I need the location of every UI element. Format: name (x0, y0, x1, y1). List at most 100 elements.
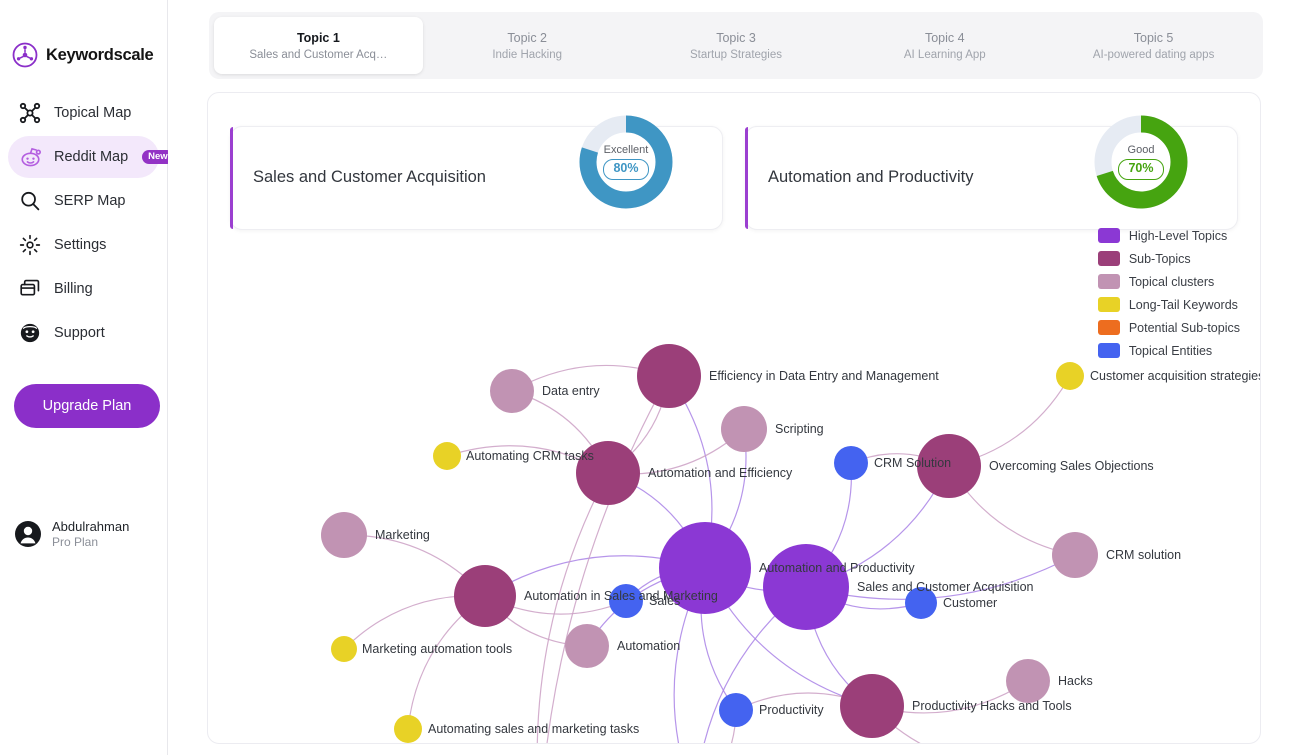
graph-node[interactable] (1006, 659, 1050, 703)
score-cards: Sales and Customer Acquisition Excellent… (208, 93, 1260, 230)
graph-node[interactable] (1052, 532, 1098, 578)
graph-node-label: CRM solution (1106, 548, 1182, 562)
gear-icon (18, 233, 42, 257)
graph-node-label: Productivity (759, 703, 824, 717)
sidebar-item-label: Reddit Map (54, 149, 129, 165)
graph-node-label: Scripting (775, 422, 824, 436)
sidebar-item-label: Settings (54, 237, 107, 253)
legend-item-topical-entities: Topical Entities (1097, 339, 1240, 362)
graph-node-label: Productivity Hacks and Tools (912, 699, 1072, 713)
tab-subtitle: Startup Strategies (689, 48, 783, 61)
tab-title: Topic 5 (1133, 30, 1174, 45)
topical-map-icon (18, 101, 42, 125)
graph-node[interactable] (719, 693, 753, 727)
graph-node[interactable] (321, 512, 367, 558)
score-donut-automation: Good 70% (1089, 110, 1193, 214)
sidebar-item-reddit-map[interactable]: Reddit Map New (8, 136, 174, 178)
score-card-title: Automation and Productivity (768, 168, 974, 187)
sidebar-item-settings[interactable]: Settings (8, 224, 159, 266)
donut-rating: Good (1127, 144, 1155, 157)
tab-topic-5[interactable]: Topic 5 AI-powered dating apps (1049, 17, 1258, 74)
graph-node-label: Automation in Sales and Marketing (524, 589, 718, 603)
tab-topic-3[interactable]: Topic 3 Startup Strategies (632, 17, 841, 74)
graph-node[interactable] (433, 442, 461, 470)
donut-center: Good 70% (1089, 110, 1193, 214)
graph-node[interactable] (637, 344, 701, 408)
upgrade-plan-button[interactable]: Upgrade Plan (14, 384, 160, 428)
graph-node-label: Customer (943, 596, 998, 610)
graph-node[interactable] (454, 565, 516, 627)
legend-swatch (1097, 251, 1120, 266)
sidebar-item-billing[interactable]: Billing (8, 268, 159, 310)
legend-label: Sub-Topics (1128, 251, 1191, 266)
graph-node-label: CRM Solution (874, 456, 952, 470)
legend-swatch (1097, 320, 1120, 335)
legend-item-sub-topics: Sub-Topics (1097, 247, 1240, 270)
user-name: Abdulrahman (52, 518, 130, 534)
sidebar-item-label: Billing (54, 281, 93, 297)
graph-edge (536, 472, 609, 743)
graph-node-label: Automation and Efficiency (648, 466, 793, 480)
legend-swatch (1097, 274, 1120, 289)
legend-label: Potential Sub-topics (1128, 320, 1240, 335)
score-card-sales[interactable]: Sales and Customer Acquisition Excellent… (230, 115, 723, 230)
tab-topic-1[interactable]: Topic 1 Sales and Customer Acq… (214, 17, 423, 74)
tab-title: Topic 3 (716, 30, 756, 45)
user-text: Abdulrahman Pro Plan (52, 519, 129, 550)
sidebar-item-label: Topical Map (54, 105, 132, 121)
tab-title: Topic 1 (296, 30, 340, 45)
billing-card-icon (18, 277, 42, 301)
legend-item-topical-clusters: Topical clusters (1097, 270, 1240, 293)
donut-percent: 70% (1118, 159, 1164, 180)
score-card-title: Sales and Customer Acquisition (253, 168, 486, 187)
legend-label: Long-Tail Keywords (1128, 297, 1238, 312)
graph-node[interactable] (490, 369, 534, 413)
graph-node-label: Automation and Productivity (759, 561, 915, 575)
topic-tabs: Topic 1 Sales and Customer Acq… Topic 2 … (209, 12, 1263, 79)
tab-subtitle: Sales and Customer Acq… (249, 48, 388, 61)
graph-node[interactable] (565, 624, 609, 668)
tab-subtitle: AI-powered dating apps (1092, 48, 1215, 61)
donut-rating: Excellent (603, 144, 649, 157)
sidebar-item-support[interactable]: Support (8, 312, 159, 354)
graph-node-label: Automating sales and marketing tasks (428, 722, 640, 736)
legend-swatch (1097, 343, 1120, 358)
brand[interactable]: Keywordscale (0, 0, 167, 68)
score-card-automation[interactable]: Automation and Productivity Good 70% (745, 115, 1238, 230)
graph-node[interactable] (394, 715, 422, 743)
sidebar-item-serp-map[interactable]: SERP Map (8, 180, 159, 222)
legend-item-potential-sub-topics: Potential Sub-topics (1097, 316, 1240, 339)
sidebar-item-label: SERP Map (54, 193, 126, 209)
support-person-icon (18, 321, 42, 345)
graph-node[interactable] (840, 674, 904, 738)
graph-node-label: Customer acquisition strategies (1090, 369, 1261, 383)
graph-node-label: Marketing automation tools (362, 642, 513, 656)
legend-label: Topical Entities (1128, 343, 1213, 358)
graph-node-label: Marketing (375, 528, 430, 542)
sidebar-item-topical-map[interactable]: Topical Map (8, 92, 159, 134)
legend-label: Topical clusters (1128, 274, 1215, 289)
legend-item-long-tail-keywords: Long-Tail Keywords (1097, 293, 1240, 316)
topic-panel: Sales and Customer Acquisition Excellent… (207, 92, 1261, 744)
upgrade-plan-container: Upgrade Plan (0, 368, 167, 428)
keywordscale-logo-icon (12, 42, 38, 68)
graph-node[interactable] (1056, 362, 1084, 390)
graph-node-label: Overcoming Sales Objections (989, 459, 1154, 473)
brand-name: Keywordscale (46, 45, 154, 64)
sidebar-nav: Topical Map Reddit Map New SERP Map Sett… (0, 92, 174, 354)
graph-node-label: Automation (617, 639, 681, 653)
graph-legend: High-Level Topics Sub-Topics Topical clu… (1097, 224, 1240, 362)
graph-node[interactable] (763, 544, 849, 630)
user-profile[interactable]: Abdulrahman Pro Plan (14, 519, 129, 550)
graph-node[interactable] (834, 446, 868, 480)
tab-subtitle: Indie Hacking (492, 48, 563, 61)
tab-topic-2[interactable]: Topic 2 Indie Hacking (423, 17, 632, 74)
graph-node[interactable] (331, 636, 357, 662)
user-plan: Pro Plan (52, 535, 99, 549)
graph-node-label: Data entry (542, 384, 600, 398)
tab-topic-4[interactable]: Topic 4 AI Learning App (840, 17, 1049, 74)
legend-swatch (1097, 297, 1120, 312)
avatar-icon (14, 520, 42, 548)
app-root: Keywordscale Topical Map Reddit Map New … (0, 0, 1299, 755)
graph-node[interactable] (721, 406, 767, 452)
